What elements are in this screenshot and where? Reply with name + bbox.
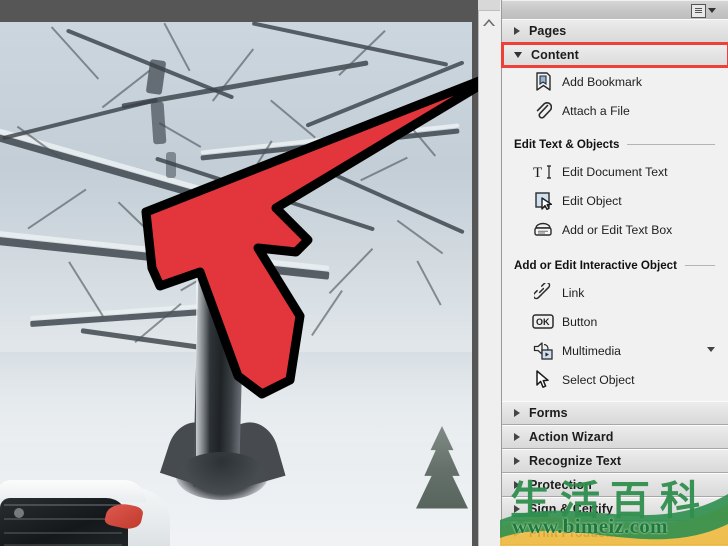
tool-edit-document-text[interactable]: T Edit Document Text xyxy=(502,157,728,186)
section-label-action-wizard: Action Wizard xyxy=(529,430,614,444)
tool-add-bookmark[interactable]: Add Bookmark xyxy=(502,67,728,96)
document-photo xyxy=(0,22,472,546)
sidebar-item-forms[interactable]: Forms xyxy=(502,401,728,425)
tool-label: Button xyxy=(562,314,598,329)
viewer-background-band xyxy=(0,0,478,22)
chevron-right-icon xyxy=(514,457,520,465)
tool-add-or-edit-text-box[interactable]: Add or Edit Text Box xyxy=(502,215,728,244)
document-scrollbar[interactable] xyxy=(478,0,502,546)
panel-menu-icon xyxy=(691,3,706,18)
tool-label: Multimedia xyxy=(562,343,621,358)
tool-attach-a-file[interactable]: Attach a File xyxy=(502,96,728,125)
chevron-down-icon[interactable] xyxy=(707,347,715,352)
section-label-recognize-text: Recognize Text xyxy=(529,454,622,468)
multimedia-icon xyxy=(532,341,554,361)
chevron-right-icon xyxy=(514,481,520,489)
text-cursor-icon: T xyxy=(532,162,554,182)
tool-label: Select Object xyxy=(562,372,635,387)
arrow-cursor-icon xyxy=(532,370,554,390)
chevron-right-icon xyxy=(514,27,520,35)
svg-text:T: T xyxy=(533,165,542,181)
section-label-print-production: Print Production xyxy=(529,526,629,540)
scroll-up-button[interactable] xyxy=(478,11,500,33)
sidebar-item-pages[interactable]: Pages xyxy=(502,19,728,43)
tool-label: Edit Object xyxy=(562,193,622,208)
photo-trunk-snow xyxy=(196,247,242,487)
group-title: Add or Edit Interactive Object xyxy=(514,258,677,272)
tool-label: Edit Document Text xyxy=(562,164,668,179)
content-section-body: Add Bookmark Attach a File Edit Text & O… xyxy=(502,67,728,419)
tool-select-object[interactable]: Select Object xyxy=(502,365,728,394)
chevron-right-icon xyxy=(514,505,520,513)
photo-car xyxy=(0,474,180,546)
ok-button-icon: OK xyxy=(532,312,554,332)
tool-edit-object[interactable]: Edit Object xyxy=(502,186,728,215)
tool-multimedia[interactable]: Multimedia xyxy=(502,336,728,365)
chevron-down-icon xyxy=(708,8,716,13)
edit-object-icon xyxy=(532,191,554,211)
scrollbar-top-cap xyxy=(478,0,500,11)
tool-link[interactable]: Link xyxy=(502,278,728,307)
chevron-right-icon xyxy=(514,409,520,417)
section-label-protection: Protection xyxy=(529,478,592,492)
chevron-up-icon xyxy=(483,18,495,26)
text-box-icon xyxy=(532,220,554,240)
sidebar-item-protection[interactable]: Protection xyxy=(502,473,728,497)
photo-trunk-base-shadow xyxy=(176,452,268,500)
group-title: Edit Text & Objects xyxy=(514,137,620,151)
section-label-content: Content xyxy=(531,48,579,62)
chevron-right-icon xyxy=(514,529,520,537)
paperclip-icon xyxy=(532,101,554,121)
section-label-pages: Pages xyxy=(529,24,567,38)
group-edit-text-objects: Edit Text & Objects xyxy=(502,131,728,157)
chevron-right-icon xyxy=(514,433,520,441)
acrobat-window: Pages Content Add Bookmark Attach a File… xyxy=(0,0,728,546)
chevron-down-icon xyxy=(514,52,522,58)
section-label-forms: Forms xyxy=(529,406,568,420)
tool-label: Add or Edit Text Box xyxy=(562,222,673,237)
tool-button[interactable]: OK Button xyxy=(502,307,728,336)
tools-panel-titlebar xyxy=(502,0,728,21)
panel-options-button[interactable] xyxy=(691,3,723,18)
tool-label: Attach a File xyxy=(562,103,630,118)
svg-text:OK: OK xyxy=(536,317,550,327)
sidebar-item-recognize-text[interactable]: Recognize Text xyxy=(502,449,728,473)
sidebar-item-sign-certify[interactable]: Sign & Certify xyxy=(502,497,728,521)
tool-label: Link xyxy=(562,285,585,300)
tool-label: Add Bookmark xyxy=(562,74,642,89)
sidebar-item-print-production[interactable]: Print Production xyxy=(502,521,728,545)
sidebar-item-content[interactable]: Content xyxy=(501,42,728,68)
link-chain-icon xyxy=(532,283,554,303)
tools-panel: Pages Content Add Bookmark Attach a File… xyxy=(501,0,728,546)
section-label-sign-certify: Sign & Certify xyxy=(529,502,614,516)
sidebar-item-action-wizard[interactable]: Action Wizard xyxy=(502,425,728,449)
group-divider xyxy=(685,264,715,266)
bookmark-icon xyxy=(532,72,554,92)
group-add-edit-interactive-object: Add or Edit Interactive Object xyxy=(502,252,728,278)
group-divider xyxy=(627,143,715,145)
document-viewer[interactable] xyxy=(0,0,478,546)
